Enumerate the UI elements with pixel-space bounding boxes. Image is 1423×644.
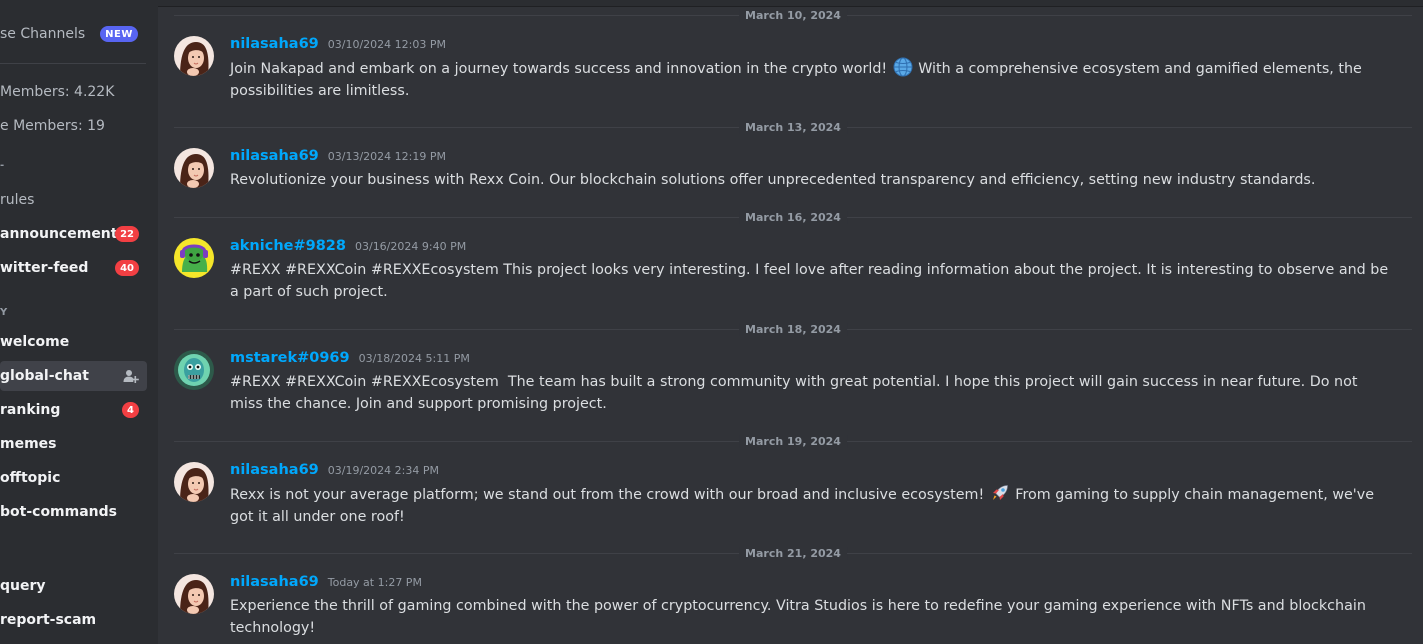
channel-name: report-scam: [0, 612, 97, 628]
date-divider-label: March 19, 2024: [739, 435, 847, 448]
channel-name: witter-feed: [0, 260, 89, 276]
unread-badge: 4: [122, 402, 139, 418]
message-content: Rexx is not your average platform; we st…: [230, 483, 1390, 528]
sidebar-item-report-scam[interactable]: report-scam: [0, 605, 147, 635]
message-text: #REXX #REXXCoin #REXXEcosystem This proj…: [230, 262, 1389, 300]
message-content: Join Nakapad and embark on a journey tow…: [230, 57, 1390, 102]
members-count-item[interactable]: Members: 4.22K: [0, 77, 147, 107]
avatar[interactable]: [174, 148, 214, 188]
message-content: Experience the thrill of gaming combined…: [230, 595, 1390, 639]
message-timestamp: 03/19/2024 2:34 PM: [327, 464, 439, 477]
author-name[interactable]: nilasaha69: [230, 462, 319, 478]
online-members-label: e Members: 19: [0, 118, 105, 134]
channel-name: welcome: [0, 334, 70, 350]
sidebar-item-ranking[interactable]: ranking 4: [0, 395, 147, 425]
message-header: nilasaha69 03/13/2024 12:19 PM: [230, 148, 446, 170]
date-divider-label: March 16, 2024: [739, 211, 847, 224]
channel-name: announcement: [0, 226, 118, 242]
date-divider: March 21, 2024: [174, 547, 1412, 560]
channel-name: memes: [0, 436, 57, 452]
members-count-label: Members: 4.22K: [0, 84, 115, 100]
message-header: nilasaha69 Today at 1:27 PM: [230, 574, 422, 596]
channel-name: bot-commands: [0, 504, 118, 520]
channel-name: global-chat: [0, 368, 89, 384]
rocket-icon: [992, 485, 1008, 500]
add-member-icon[interactable]: [123, 368, 139, 384]
message-text: Revolutionize your business with Rexx Co…: [230, 172, 1316, 188]
category-header[interactable]: Y: [0, 307, 7, 318]
message-content: #REXX #REXXCoin #REXXEcosystem This proj…: [230, 259, 1390, 303]
message-text: Rexx is not your average platform; we st…: [230, 487, 989, 503]
message-text: Experience the thrill of gaming combined…: [230, 598, 1366, 636]
message-content: Revolutionize your business with Rexx Co…: [230, 169, 1390, 191]
message-timestamp: 03/13/2024 12:19 PM: [327, 150, 446, 163]
sidebar-item-query[interactable]: query: [0, 571, 147, 601]
author-name[interactable]: mstarek#0969: [230, 350, 350, 366]
browse-channels-label: se Channels: [0, 26, 86, 42]
message-text: Join Nakapad and embark on a journey tow…: [230, 61, 892, 77]
avatar[interactable]: [174, 238, 214, 278]
sidebar-divider: [0, 63, 146, 64]
sidebar-item-welcome[interactable]: welcome: [0, 327, 147, 357]
date-divider-label: March 18, 2024: [739, 323, 847, 336]
sidebar-item-offtopic[interactable]: offtopic: [0, 463, 147, 493]
date-divider-label: March 21, 2024: [739, 547, 847, 560]
date-divider: March 10, 2024: [174, 9, 1412, 22]
avatar[interactable]: [174, 350, 214, 390]
message-timestamp: 03/10/2024 12:03 PM: [327, 38, 446, 51]
online-members-item[interactable]: e Members: 19: [0, 111, 147, 141]
message-header: nilasaha69 03/19/2024 2:34 PM: [230, 462, 439, 484]
author-name[interactable]: nilasaha69: [230, 574, 319, 590]
channel-name: query: [0, 578, 46, 594]
message-timestamp: 03/16/2024 9:40 PM: [354, 240, 467, 253]
channel-name: offtopic: [0, 470, 61, 486]
sidebar-item-twitter-feed[interactable]: witter-feed 40: [0, 253, 147, 283]
message-timestamp: Today at 1:27 PM: [327, 576, 422, 589]
author-name[interactable]: nilasaha69: [230, 36, 319, 52]
avatar[interactable]: [174, 462, 214, 502]
date-divider: March 13, 2024: [174, 121, 1412, 134]
message-header: mstarek#0969 03/18/2024 5:11 PM: [230, 350, 470, 372]
unread-badge: 22: [115, 226, 139, 242]
author-name[interactable]: nilasaha69: [230, 148, 319, 164]
message-content: #REXX #REXXCoin #REXXEcosystem The team …: [230, 371, 1390, 415]
message-header: akniche#9828 03/16/2024 9:40 PM: [230, 238, 466, 260]
sidebar-item-memes[interactable]: memes: [0, 429, 147, 459]
date-divider: March 18, 2024: [174, 323, 1412, 336]
chat-area: March 10, 2024 March 13, 2024 March 16, …: [158, 0, 1423, 644]
unread-badge: 40: [115, 260, 139, 276]
header-edge: [158, 0, 1423, 7]
sidebar-item-rules[interactable]: rules: [0, 185, 147, 215]
sidebar-item-announcement[interactable]: announcement 22: [0, 219, 147, 249]
sidebar-item-global-chat[interactable]: global-chat: [0, 361, 147, 391]
channel-sidebar: se Channels NEW Members: 4.22K e Members…: [0, 0, 158, 644]
avatar[interactable]: [174, 36, 214, 76]
sidebar-item-bot-commands[interactable]: bot-commands: [0, 497, 147, 527]
date-divider-label: March 10, 2024: [739, 9, 847, 22]
author-name[interactable]: akniche#9828: [230, 238, 346, 254]
date-divider: March 16, 2024: [174, 211, 1412, 224]
channel-name: ranking: [0, 402, 61, 418]
date-divider-label: March 13, 2024: [739, 121, 847, 134]
globe-icon: [893, 57, 913, 77]
avatar[interactable]: [174, 574, 214, 614]
message-text: #REXX #REXXCoin #REXXEcosystem The team …: [230, 374, 1362, 412]
new-badge: NEW: [100, 26, 138, 42]
message-header: nilasaha69 03/10/2024 12:03 PM: [230, 36, 446, 58]
category-header[interactable]: -: [0, 160, 4, 171]
channel-name: rules: [0, 192, 35, 208]
date-divider: March 19, 2024: [174, 435, 1412, 448]
message-timestamp: 03/18/2024 5:11 PM: [358, 352, 470, 365]
